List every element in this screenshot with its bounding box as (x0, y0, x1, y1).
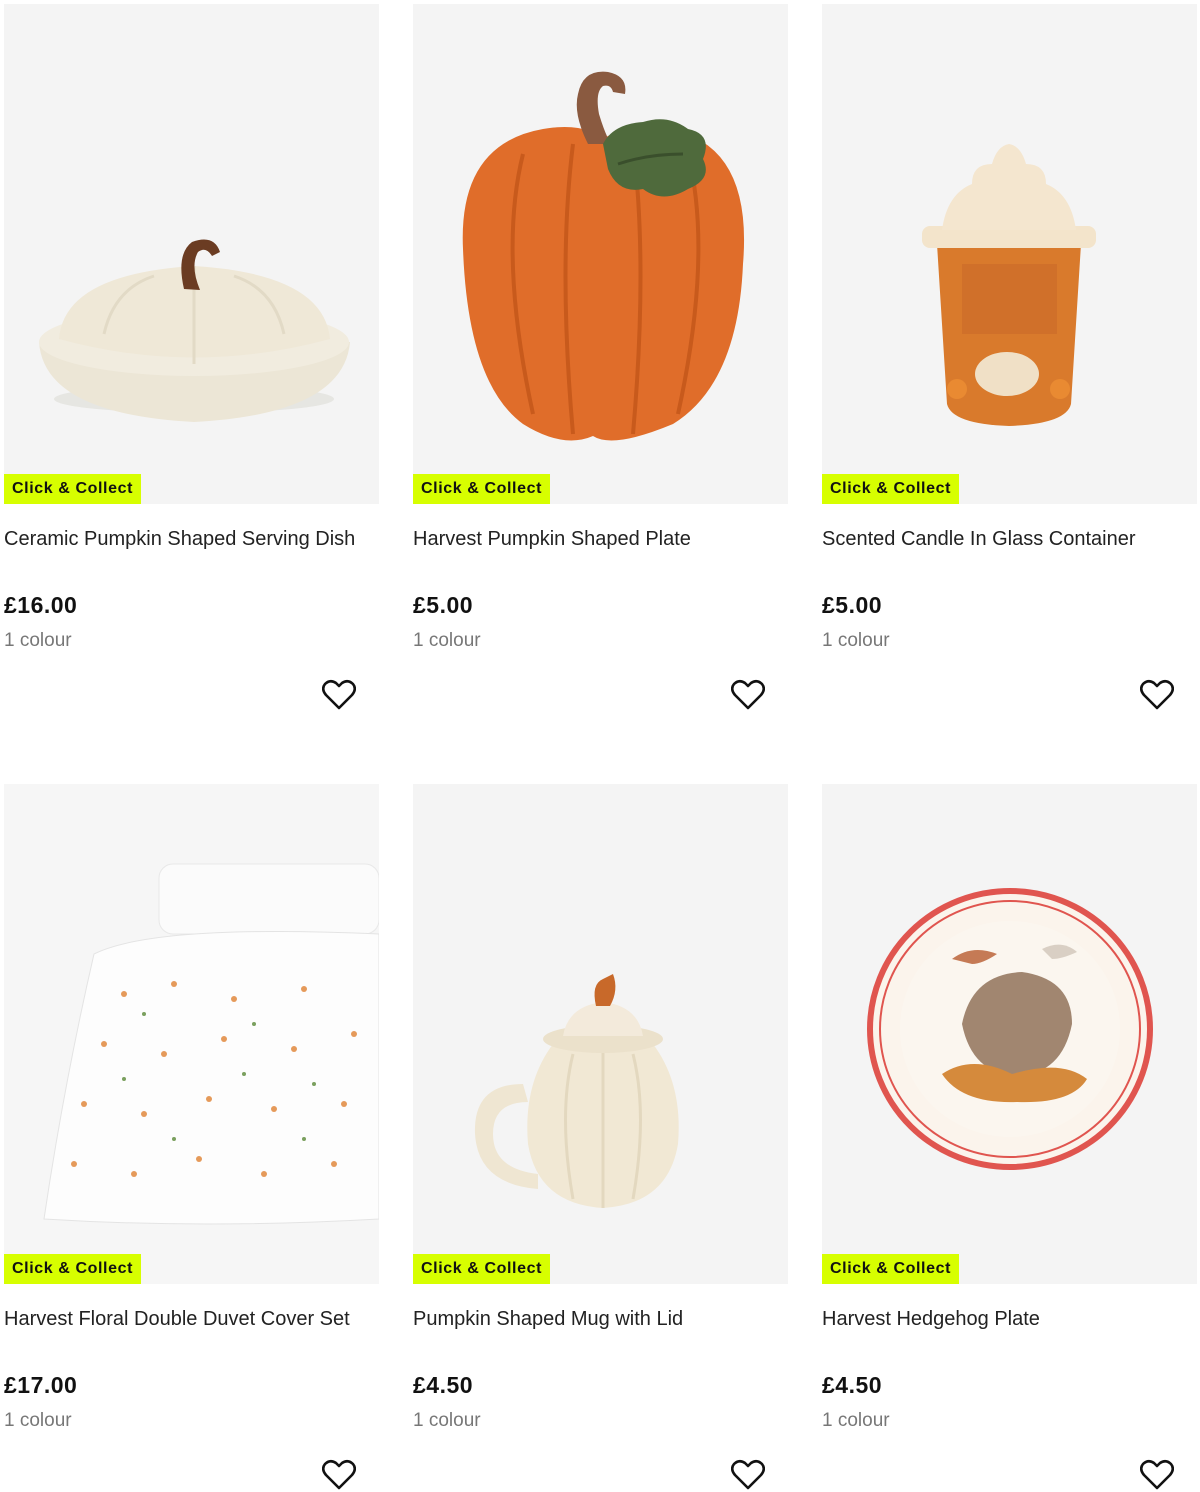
product-image[interactable]: Click & Collect (413, 784, 788, 1284)
click-collect-badge: Click & Collect (822, 474, 960, 504)
product-image[interactable]: Click & Collect (413, 4, 788, 504)
product-card[interactable]: Click & Collect Pumpkin Shaped Mug with … (413, 784, 788, 1490)
colour-count: 1 colour (822, 630, 890, 651)
product-card[interactable]: Click & Collect Harvest Pumpkin Shaped P… (413, 4, 788, 710)
product-image[interactable]: Click & Collect (822, 4, 1197, 504)
click-collect-badge: Click & Collect (4, 474, 142, 504)
product-card[interactable]: Click & Collect Harvest Hedgehog Plate £… (822, 784, 1197, 1490)
colour-count: 1 colour (4, 1410, 72, 1431)
click-collect-badge: Click & Collect (413, 1254, 551, 1284)
product-price: £5.00 (413, 592, 474, 618)
product-price: £17.00 (4, 1372, 78, 1398)
colour-count: 1 colour (822, 1410, 890, 1431)
colour-count: 1 colour (4, 630, 72, 651)
product-title[interactable]: Harvest Hedgehog Plate (822, 1308, 1040, 1331)
heart-outline-icon[interactable] (1140, 1459, 1174, 1491)
product-price: £16.00 (4, 592, 78, 618)
click-collect-badge: Click & Collect (4, 1254, 142, 1284)
colour-count: 1 colour (413, 1410, 481, 1431)
product-title[interactable]: Harvest Pumpkin Shaped Plate (413, 528, 691, 551)
product-title[interactable]: Harvest Floral Double Duvet Cover Set (4, 1308, 350, 1331)
product-image[interactable]: Click & Collect (4, 784, 379, 1284)
product-card[interactable]: Click & Collect Scented Candle In Glass … (822, 4, 1197, 710)
product-price: £5.00 (822, 592, 883, 618)
product-card[interactable]: Click & Collect Harvest Floral Double Du… (4, 784, 379, 1490)
product-title[interactable]: Scented Candle In Glass Container (822, 528, 1136, 551)
heart-outline-icon[interactable] (731, 679, 765, 711)
product-price: £4.50 (413, 1372, 474, 1398)
heart-outline-icon[interactable] (731, 1459, 765, 1491)
colour-count: 1 colour (413, 630, 481, 651)
product-image[interactable]: Click & Collect (822, 784, 1197, 1284)
product-price: £4.50 (822, 1372, 883, 1398)
product-card[interactable]: Click & Collect Ceramic Pumpkin Shaped S… (4, 4, 379, 710)
heart-outline-icon[interactable] (322, 1459, 356, 1491)
click-collect-badge: Click & Collect (413, 474, 551, 504)
click-collect-badge: Click & Collect (822, 1254, 960, 1284)
product-title[interactable]: Pumpkin Shaped Mug with Lid (413, 1308, 683, 1331)
heart-outline-icon[interactable] (322, 679, 356, 711)
product-title[interactable]: Ceramic Pumpkin Shaped Serving Dish (4, 528, 355, 551)
heart-outline-icon[interactable] (1140, 679, 1174, 711)
product-image[interactable]: Click & Collect (4, 4, 379, 504)
